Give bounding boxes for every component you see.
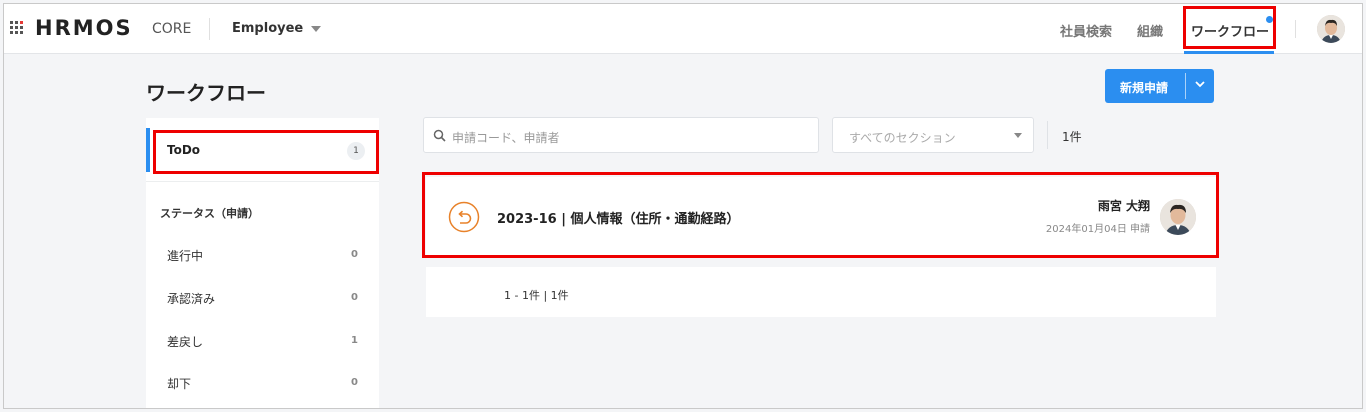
sidebar-count: 0 (351, 249, 358, 260)
switcher-label: Employee (232, 21, 304, 36)
caret-down-icon (1014, 133, 1022, 138)
highlight-box-workflow (1183, 6, 1276, 49)
sidebar-item-in-progress[interactable]: 進行中 (167, 247, 203, 264)
highlight-box-todo (153, 130, 379, 174)
sidebar-item-rejected[interactable]: 却下 (167, 375, 191, 392)
caret-down-icon (311, 25, 322, 32)
search-icon (433, 129, 446, 142)
section-placeholder: すべてのセクション (849, 131, 956, 145)
top-header: HRMOS CORE Employee 社員検索 組織 ワークフロー (4, 4, 1362, 54)
logo-grid-icon (10, 21, 26, 35)
new-request-label: 新規申請 (1120, 81, 1169, 95)
user-avatar[interactable] (1317, 15, 1345, 43)
button-divider (1185, 73, 1186, 99)
logo[interactable]: HRMOS (35, 16, 133, 40)
nav-employee-search[interactable]: 社員検索 (1060, 21, 1112, 71)
chevron-down-icon[interactable] (1194, 78, 1206, 90)
sidebar-count: 1 (351, 335, 358, 346)
result-count: 1件 (1062, 130, 1082, 144)
active-indicator (146, 128, 150, 172)
highlight-box-request (422, 172, 1219, 258)
sidebar-count: 0 (351, 377, 358, 388)
active-tab-indicator (1184, 51, 1274, 54)
employee-switcher[interactable]: Employee (232, 21, 322, 36)
product-name: CORE (152, 21, 192, 37)
sidebar-divider (146, 181, 379, 182)
search-input[interactable]: 申請コード、申請者 (423, 117, 819, 153)
status-section-title: ステータス（申請） (160, 207, 259, 220)
pagination-text: 1 - 1件 | 1件 (504, 289, 569, 302)
sidebar-item-returned[interactable]: 差戻し (167, 333, 203, 350)
sidebar-count: 0 (351, 292, 358, 303)
search-placeholder: 申請コード、申請者 (452, 131, 560, 145)
new-request-button[interactable]: 新規申請 (1105, 69, 1214, 103)
header-divider (209, 18, 210, 40)
pagination: 1 - 1件 | 1件 (426, 267, 1216, 317)
sidebar-item-approved[interactable]: 承認済み (167, 290, 215, 307)
app-frame: HRMOS CORE Employee 社員検索 組織 ワークフロー ワークフロ… (3, 3, 1363, 409)
header-divider (1295, 20, 1296, 38)
section-select[interactable]: すべてのセクション (832, 117, 1034, 153)
nav-organization[interactable]: 組織 (1137, 21, 1163, 71)
count-divider (1047, 121, 1048, 149)
page-title: ワークフロー (146, 81, 266, 105)
